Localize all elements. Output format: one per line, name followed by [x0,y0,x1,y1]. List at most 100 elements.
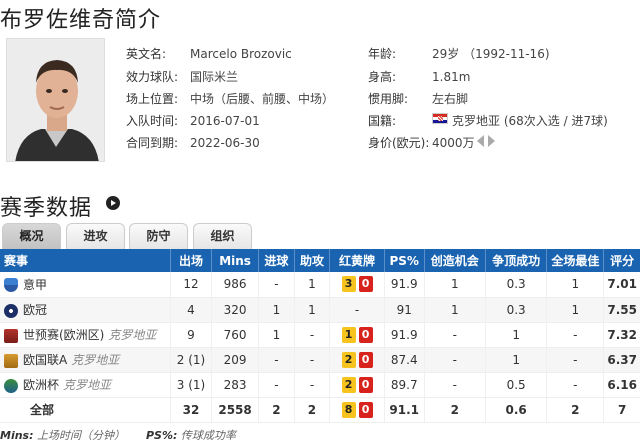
table-row[interactable]: 世预赛(欧洲区) 克罗地亚 9 760 1 - 10 91.9 - 1 - 7.3… [0,322,640,348]
pass-pct-cell: 91.1 [383,397,425,423]
height-label: 身高: [368,70,397,84]
pass-pct-cell: 89.7 [383,372,425,398]
col-motm: 全场最佳 [546,249,604,272]
tab-defense[interactable]: 防守 [129,223,188,249]
chances-cell: 1 [423,272,486,298]
col-assists: 助攻 [293,249,330,272]
aerials-cell: 1 [484,347,547,373]
competition-cell[interactable]: 欧国联A 克罗地亚 [0,347,171,373]
position-label: 场上位置: [126,92,179,106]
chances-cell: - [423,347,486,373]
tab-overview[interactable]: 概况 [2,223,61,249]
apps-cell: 12 [169,272,212,298]
height: 1.81m [432,70,471,84]
mins-cell: 760 [211,322,259,348]
value-trend-arrows-icon[interactable] [476,134,496,148]
join-date-label: 入队时间: [126,114,179,128]
col-goals: 进球 [258,249,295,272]
motm-cell: - [546,347,604,373]
apps-cell: 9 [169,322,212,348]
rating-cell: 7.55 [603,297,640,323]
chances-cell: - [423,322,486,348]
pass-pct-cell: 91.9 [383,272,425,298]
assists-cell: - [293,347,330,373]
foot: 左右脚 [432,92,469,106]
assists-cell: 1 [293,297,330,323]
foot-label: 惯用脚: [368,92,409,106]
table-header-row: 赛事 出场 Mins 进球 助攻 红黄牌 PS% 创造机会 争顶成功 全场最佳 … [0,249,640,272]
arrow-right-circle-icon[interactable] [106,196,120,210]
competition-cell[interactable]: 意甲 [0,272,171,298]
aerials-cell: 0.5 [484,372,547,398]
cards-cell: 80 [329,397,385,423]
goals-cell: 2 [258,397,295,423]
goals-cell: 1 [258,322,295,348]
total-label: 全部 [0,397,171,423]
red-card-count: 0 [358,326,373,343]
apps-cell: 4 [169,297,212,323]
footnote: Mins: 上场时间（分钟） PS%: 传球成功率 [0,427,236,441]
col-pass-pct: PS% [383,249,425,272]
mins-cell: 283 [211,372,259,398]
motm-cell: 2 [546,397,604,423]
motm-cell: 1 [546,297,604,323]
position: 中场（后腰、前腰、中场） [190,92,335,106]
pass-pct-cell: 87.4 [383,347,425,373]
col-apps: 出场 [169,249,212,272]
profile-title: 布罗佐维奇简介 [0,8,162,33]
col-rating: 评分 [603,249,640,272]
rating-cell: 7.01 [603,272,640,298]
club[interactable]: 国际米兰 [190,69,238,85]
euro-icon [4,378,18,393]
aerials-cell: 0.3 [484,297,547,323]
competition-name: 意甲 [23,277,48,292]
competition-cell[interactable]: 世预赛(欧洲区) 克罗地亚 [0,322,171,348]
contract-date: 2022-06-30 [190,136,260,150]
mins-cell: 986 [211,272,259,298]
assists-cell: 1 [293,272,330,298]
market-value: 4000万 [432,136,475,150]
cards-cell: 10 [329,322,385,348]
pass-pct-cell: 91.9 [383,322,425,348]
table-row[interactable]: 欧冠 4 320 1 1 - 91 1 0.3 1 7.55 [0,297,640,323]
yellow-card-count: 2 [341,351,356,368]
motm-cell: - [546,372,604,398]
yellow-card-count: 2 [341,376,356,393]
tab-attack[interactable]: 进攻 [66,223,125,249]
yellow-card-count: 8 [341,401,356,418]
english-name-label: 英文名: [126,47,167,61]
red-card-count: 0 [358,401,373,418]
team-name[interactable]: 克罗地亚 [108,328,156,342]
rating-cell: 7.32 [603,322,640,348]
table-row[interactable]: 欧洲杯 克罗地亚 3 (1) 283 - - 20 89.7 - 0.5 - 6.… [0,372,640,398]
value-label: 身价(欧元): [368,136,430,150]
red-card-count: 0 [358,351,373,368]
table-row[interactable]: 意甲 12 986 - 1 30 91.9 1 0.3 1 7.01 [0,272,640,298]
mins-cell: 320 [211,297,259,323]
croatia-flag-icon [432,113,448,124]
competition-name: 世预赛(欧洲区) [23,328,105,342]
motm-cell: 1 [546,272,604,298]
team-name[interactable]: 克罗地亚 [71,353,119,367]
season-title: 赛季数据 [0,196,93,221]
assists-cell: 2 [293,397,330,423]
table-row[interactable]: 欧国联A 克罗地亚 2 (1) 209 - - 20 87.4 - 1 - 6.3… [0,347,640,373]
motm-cell: - [546,322,604,348]
competition-cell[interactable]: 欧洲杯 克罗地亚 [0,372,171,398]
team-name[interactable]: 克罗地亚 [63,378,111,392]
competition-name: 欧国联A [23,353,68,367]
pass-pct-cell: 91 [383,297,425,323]
world-cup-icon [4,328,18,343]
stats-table: 赛事 出场 Mins 进球 助攻 红黄牌 PS% 创造机会 争顶成功 全场最佳 … [0,249,640,423]
serie-a-icon [4,278,18,293]
tab-organize[interactable]: 组织 [193,223,252,249]
col-aerials: 争顶成功 [484,249,547,272]
col-cards: 红黄牌 [329,249,385,272]
nation[interactable]: 克罗地亚 (68次入选 / 进7球) [452,113,608,129]
player-photo [6,38,105,162]
competition-cell[interactable]: 欧冠 [0,297,171,323]
assists-cell: - [293,372,330,398]
aerials-cell: 0.6 [484,397,547,423]
cards-cell: 20 [329,347,385,373]
age: 29岁 （1992-11-16) [432,47,550,61]
